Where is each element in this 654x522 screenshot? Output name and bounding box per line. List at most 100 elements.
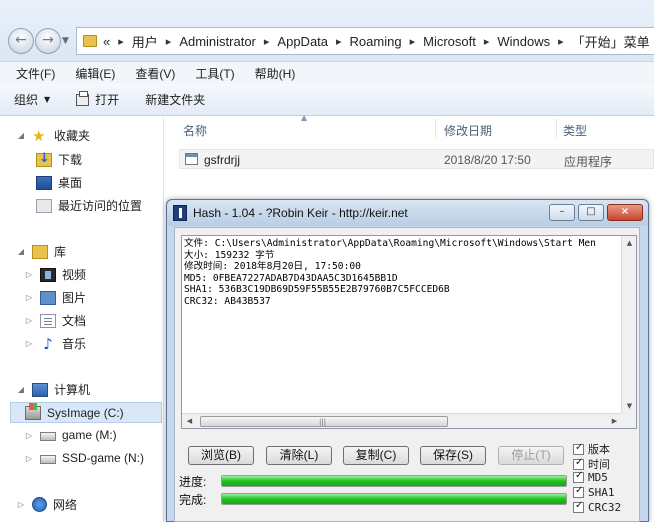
checkbox-checked-icon[interactable]	[573, 442, 584, 455]
organize-label: 组织	[14, 93, 39, 107]
vertical-scrollbar[interactable]: ▲ ▼	[621, 236, 636, 414]
hash-title-bar[interactable]: Hash - 1.04 - ?Robin Keir - http://keir.…	[167, 200, 648, 226]
checkbox-checked-icon[interactable]	[573, 500, 584, 513]
breadcrumb-roaming[interactable]: Roaming	[350, 34, 402, 49]
pictures-icon	[40, 290, 56, 305]
menu-view[interactable]: 查看(V)	[125, 65, 185, 82]
breadcrumb-separator-icon[interactable]: ▸	[484, 35, 490, 48]
option-sha1-checkbox[interactable]: SHA1	[573, 485, 615, 499]
breadcrumb-administrator[interactable]: Administrator	[179, 34, 256, 49]
expand-arrow-icon[interactable]: ▷	[24, 293, 34, 302]
sidebar-item-drive-n[interactable]: ▷ SSD-game (N:)	[24, 451, 144, 465]
breadcrumb-separator-icon[interactable]: ▸	[166, 35, 172, 48]
breadcrumb-separator-icon[interactable]: ▸	[558, 35, 564, 48]
sidebar-item-recent[interactable]: 最近访问的位置	[36, 197, 142, 214]
sidebar-item-drive-m[interactable]: ▷ game (M:)	[24, 428, 117, 442]
sidebar-libraries[interactable]: ◢ 库	[16, 243, 66, 260]
sidebar-item-desktop[interactable]: 桌面	[36, 174, 82, 191]
recent-places-icon	[36, 198, 52, 213]
dropdown-caret-icon: ▼	[44, 95, 51, 104]
open-button[interactable]: 打开	[76, 90, 119, 108]
breadcrumb-separator-icon[interactable]: ▸	[264, 35, 270, 48]
checkbox-checked-icon[interactable]	[573, 457, 584, 470]
checkbox-checked-icon[interactable]	[573, 470, 584, 483]
sidebar-item-music[interactable]: ▷ ♪ 音乐	[24, 335, 86, 352]
breadcrumb-separator-icon[interactable]: ▸	[336, 35, 342, 48]
collapse-arrow-icon[interactable]: ◢	[16, 385, 26, 394]
downloads-folder-icon	[36, 151, 52, 167]
sidebar-item-videos[interactable]: ▷ 视频	[24, 266, 86, 283]
hash-client-area: 文件: C:\Users\Administrator\AppData\Roami…	[174, 227, 640, 522]
sidebar-item-drive-c[interactable]: SysImage (C:)	[10, 402, 162, 423]
breadcrumb-separator-icon[interactable]: ▸	[118, 35, 124, 48]
column-header-type[interactable]: 类型	[563, 122, 587, 139]
horizontal-scroll-thumb[interactable]: |||	[200, 416, 448, 427]
expand-arrow-icon[interactable]: ▷	[24, 316, 34, 325]
scroll-down-arrow-icon[interactable]: ▼	[622, 399, 636, 414]
column-divider[interactable]	[556, 119, 557, 139]
sidebar-desktop-label: 桌面	[58, 176, 83, 190]
output-file-line: 文件: C:\Users\Administrator\AppData\Roami…	[184, 238, 596, 249]
column-header-date[interactable]: 修改日期	[444, 122, 492, 139]
breadcrumb-microsoft[interactable]: Microsoft	[423, 34, 476, 49]
column-header-name[interactable]: 名称	[183, 122, 207, 139]
scroll-left-arrow-icon[interactable]: ◀	[182, 414, 197, 428]
address-bar[interactable]: « ▸ 用户 ▸ Administrator ▸ AppData ▸ Roami…	[76, 27, 654, 55]
breadcrumb-appdata[interactable]: AppData	[277, 34, 328, 49]
copy-button[interactable]: 复制(C)	[343, 446, 409, 465]
complete-bar-fill	[222, 494, 566, 504]
breadcrumb-separator-icon[interactable]: ▸	[410, 35, 416, 48]
menu-tools[interactable]: 工具(T)	[185, 65, 244, 82]
clear-button[interactable]: 清除(L)	[266, 446, 332, 465]
expand-arrow-icon[interactable]: ▷	[16, 500, 26, 509]
expand-arrow-icon[interactable]: ▷	[24, 270, 34, 279]
breadcrumb-windows[interactable]: Windows	[497, 34, 550, 49]
expand-arrow-icon[interactable]: ▷	[24, 339, 34, 348]
complete-bar	[221, 493, 567, 505]
menu-file[interactable]: 文件(F)	[6, 65, 65, 82]
breadcrumb-overflow[interactable]: «	[103, 34, 110, 49]
expand-arrow-icon[interactable]: ▷	[24, 454, 34, 463]
sidebar-item-downloads[interactable]: 下载	[36, 151, 82, 168]
forward-button[interactable]: →	[35, 28, 61, 54]
option-time-label: 时间	[588, 459, 610, 471]
maximize-button[interactable]: □	[578, 204, 604, 221]
breadcrumb-start-menu[interactable]: 「开始」菜单	[572, 32, 650, 51]
sidebar-computer[interactable]: ◢ 计算机	[16, 381, 90, 398]
option-crc32-label: CRC32	[588, 501, 622, 514]
breadcrumb-users[interactable]: 用户	[132, 32, 158, 51]
stop-button[interactable]: 停止(T)	[498, 446, 564, 465]
hash-output-textbox[interactable]: 文件: C:\Users\Administrator\AppData\Roami…	[181, 235, 637, 429]
navigation-pane: ◢ ★ 收藏夹 下载 桌面 最近访问的位置 ◢ 库 ▷ 视频 ▷ 图片 ▷ 文档…	[0, 117, 164, 522]
sidebar-favorites[interactable]: ◢ ★ 收藏夹	[16, 127, 90, 144]
save-button[interactable]: 保存(S)	[420, 446, 486, 465]
minimize-button[interactable]: –	[549, 204, 575, 221]
sidebar-item-pictures[interactable]: ▷ 图片	[24, 289, 86, 306]
option-crc32-checkbox[interactable]: CRC32	[573, 500, 622, 514]
menu-edit[interactable]: 编辑(E)	[65, 65, 125, 82]
hash-output-text[interactable]: 文件: C:\Users\Administrator\AppData\Roami…	[182, 236, 636, 308]
scroll-up-arrow-icon[interactable]: ▲	[622, 236, 636, 251]
browse-button[interactable]: 浏览(B)	[188, 446, 254, 465]
documents-icon	[40, 313, 56, 328]
sidebar-item-documents[interactable]: ▷ 文档	[24, 312, 86, 329]
sort-ascending-icon: ▲	[301, 113, 308, 122]
sidebar-network[interactable]: ▷ 网络	[16, 496, 77, 513]
column-divider[interactable]	[435, 119, 436, 139]
back-button[interactable]: ←	[8, 28, 34, 54]
new-folder-button[interactable]: 新建文件夹	[145, 91, 205, 108]
organize-button[interactable]: 组织 ▼	[14, 91, 50, 108]
expand-arrow-icon[interactable]: ▷	[24, 431, 34, 440]
menu-help[interactable]: 帮助(H)	[245, 65, 306, 82]
scroll-right-arrow-icon[interactable]: ▶	[607, 414, 622, 428]
option-version-checkbox[interactable]: 版本	[573, 441, 610, 457]
file-row[interactable]: gsfrdrjj 2018/8/20 17:50 应用程序	[179, 149, 654, 169]
collapse-arrow-icon[interactable]: ◢	[16, 131, 26, 140]
horizontal-scrollbar[interactable]: ◀ ||| ▶	[182, 413, 622, 428]
checkbox-checked-icon[interactable]	[573, 485, 584, 498]
sidebar-videos-label: 视频	[62, 268, 87, 282]
recent-pages-dropdown-icon[interactable]: ▼	[62, 36, 69, 46]
collapse-arrow-icon[interactable]: ◢	[16, 247, 26, 256]
option-md5-checkbox[interactable]: MD5	[573, 470, 608, 484]
close-button[interactable]: ×	[607, 204, 643, 221]
